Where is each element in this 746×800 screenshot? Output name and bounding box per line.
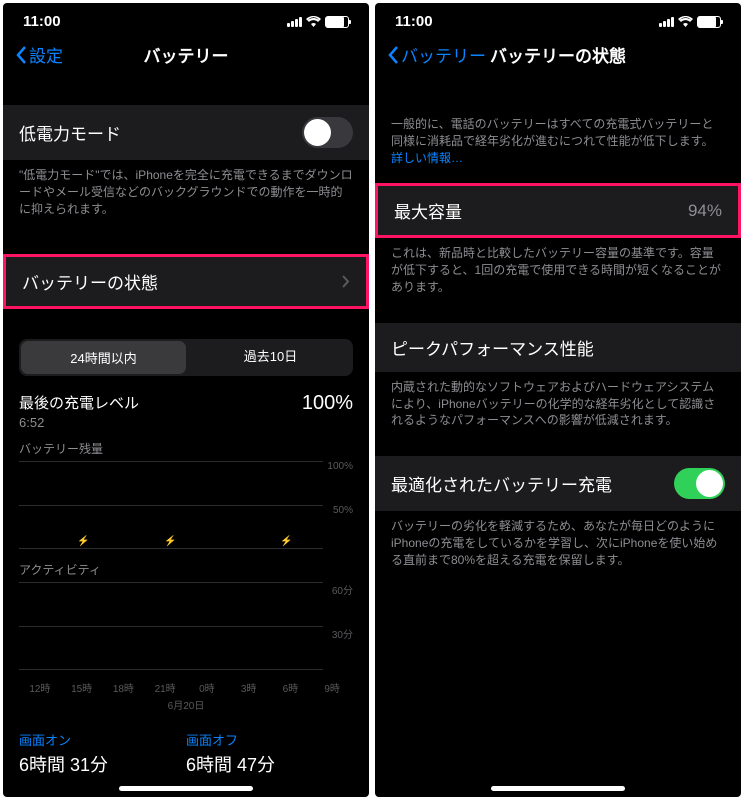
optimized-charging-row[interactable]: 最適化されたバッテリー充電 [375, 456, 741, 511]
home-indicator[interactable] [119, 786, 253, 791]
status-time: 11:00 [395, 13, 433, 30]
status-icons [659, 16, 721, 28]
battery-health-section: バッテリーの状態 [3, 254, 369, 309]
low-power-label: 低電力モード [19, 120, 121, 145]
page-title: バッテリー [144, 42, 229, 67]
optimized-label: 最適化されたバッテリー充電 [391, 471, 612, 496]
phone-left: 11:00 設定 バッテリー 低電力モード "低電力モード"では、iPhoneを… [3, 3, 369, 797]
wifi-icon [306, 16, 321, 27]
wifi-icon [678, 16, 693, 27]
status-icons [287, 16, 349, 28]
segment-10d[interactable]: 過去10日 [188, 339, 353, 376]
screen-on-label: 画面オン [19, 730, 186, 749]
intro-link[interactable]: 詳しい情報… [391, 151, 463, 165]
max-capacity-label: 最大容量 [394, 198, 462, 223]
optimized-toggle[interactable] [674, 468, 725, 499]
chart-x-axis: 12時15時18時21時0時3時6時9時 [3, 676, 369, 695]
back-label: 設定 [29, 42, 63, 67]
signal-icon [287, 17, 302, 27]
status-time: 11:00 [23, 13, 61, 30]
segment-24h[interactable]: 24時間以内 [21, 341, 186, 374]
chevron-right-icon [342, 275, 350, 288]
usage-section: 24時間以内 過去10日 最後の充電レベル 6:52 100% バッテリー残量 … [3, 339, 369, 797]
last-charge-pct: 100% [302, 392, 353, 415]
low-power-footer: "低電力モード"では、iPhoneを完全に充電できるまでダウンロードやメール受信… [3, 160, 369, 224]
status-bar: 11:00 [3, 3, 369, 34]
back-button[interactable]: バッテリー [387, 42, 486, 67]
last-charge-label: 最後の充電レベル [19, 392, 139, 413]
signal-icon [659, 17, 674, 27]
intro-text: 一般的に、電話のバッテリーはすべての充電式バッテリーと同様に消耗品で経年劣化が進… [375, 109, 741, 173]
peak-label: ピークパフォーマンス性能 [391, 335, 594, 360]
screen-off-value: 6時間 47分 [186, 751, 353, 777]
nav-bar: バッテリー バッテリーの状態 [375, 34, 741, 75]
last-charge-row: 最後の充電レベル 6:52 100% [3, 384, 369, 434]
phone-right: 11:00 バッテリー バッテリーの状態 一般的に、電話のバッテリーはすべての充… [375, 3, 741, 797]
max-capacity-footer: これは、新品時と比較したバッテリー容量の基準です。容量が低下すると、1回の充電で… [375, 238, 741, 302]
peak-performance-row: ピークパフォーマンス性能 [375, 323, 741, 372]
page-title: バッテリーの状態 [490, 42, 626, 67]
battery-health-row[interactable]: バッテリーの状態 [3, 254, 369, 309]
last-charge-time: 6:52 [19, 415, 139, 430]
segment-control[interactable]: 24時間以内 過去10日 [19, 339, 353, 376]
battery-icon [697, 16, 721, 28]
chevron-left-icon [15, 45, 27, 65]
status-bar: 11:00 [375, 3, 741, 34]
chevron-left-icon [387, 45, 399, 65]
peak-footer: 内蔵された動的なソフトウェアおよびハードウェアシステムにより、iPhoneバッテ… [375, 372, 741, 436]
battery-icon [325, 16, 349, 28]
screen-off-label: 画面オフ [186, 730, 353, 749]
home-indicator[interactable] [491, 786, 625, 791]
chart1-title: バッテリー残量 [19, 440, 353, 457]
max-capacity-value: 94% [688, 201, 722, 221]
optimized-footer: バッテリーの劣化を軽減するため、あなたが毎日どのようにiPhoneの充電をしてい… [375, 511, 741, 575]
nav-bar: 設定 バッテリー [3, 34, 369, 75]
low-power-toggle[interactable] [302, 117, 353, 148]
max-capacity-row: 最大容量 94% [375, 183, 741, 238]
back-button[interactable]: 設定 [15, 42, 63, 67]
screen-on-value: 6時間 31分 [19, 751, 186, 777]
back-label: バッテリー [401, 42, 486, 67]
battery-chart: バッテリー残量 100%50% ⚡⚡⚡ [3, 434, 369, 555]
low-power-row[interactable]: 低電力モード [3, 105, 369, 160]
activity-chart: アクティビティ 60分30分 [3, 555, 369, 676]
low-power-section: 低電力モード "低電力モード"では、iPhoneを完全に充電できるまでダウンロー… [3, 105, 369, 224]
chart-date: 6月20日 [3, 695, 369, 720]
chart2-title: アクティビティ [19, 561, 353, 578]
battery-health-label: バッテリーの状態 [22, 269, 158, 294]
